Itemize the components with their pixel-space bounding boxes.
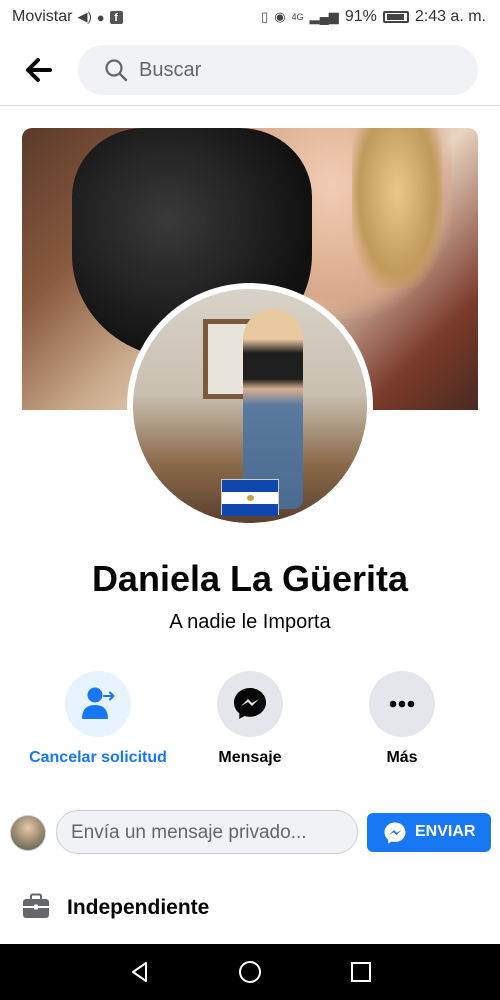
cover-photo-detail — [352, 128, 442, 288]
messenger-icon — [384, 822, 406, 844]
home-circle-icon[interactable] — [238, 960, 262, 984]
status-left: Movistar ◀) ● f — [12, 8, 123, 26]
avatar — [10, 815, 46, 851]
vibrate-icon: ▯ — [261, 9, 269, 24]
cancel-request-button[interactable]: Cancelar solicitud — [23, 671, 173, 767]
profile-name: Daniela La Güerita — [91, 558, 409, 599]
battery-percent: 91% — [344, 8, 377, 25]
profile-picture[interactable] — [127, 283, 373, 529]
private-message-placeholder: Envía un mensaje privado... — [71, 822, 307, 843]
send-button[interactable]: ENVIAR — [367, 813, 491, 852]
signal-icon: ▂▄▆ — [309, 9, 339, 24]
status-right: ▯ ◉ 4G ▂▄▆ 91% 2:43 a. m. — [261, 8, 486, 26]
eye-icon: ◉ — [274, 9, 286, 24]
briefcase-icon — [23, 893, 49, 918]
search-header: Buscar — [0, 34, 500, 106]
work-info: Independiente — [67, 896, 210, 919]
volume-icon: ◀) — [77, 9, 92, 24]
clock: 2:43 a. m. — [414, 8, 486, 25]
send-label: ENVIAR — [415, 823, 476, 840]
back-arrow-icon — [26, 58, 52, 82]
navigation-bar — [0, 944, 500, 1000]
more-circle — [369, 671, 435, 737]
message-label: Mensaje — [218, 749, 282, 766]
cancel-request-circle — [65, 671, 131, 737]
more-button[interactable]: Más — [327, 671, 477, 767]
search-placeholder: Buscar — [139, 59, 202, 81]
search-input[interactable]: Buscar — [78, 45, 478, 95]
back-triangle-icon[interactable] — [128, 960, 152, 984]
chat-bubble-icon: ● — [96, 9, 105, 25]
profile-picture-image — [133, 289, 367, 523]
status-bar: Movistar ◀) ● f ▯ ◉ 4G ▂▄▆ 91% 2:43 a. m… — [0, 0, 500, 34]
message-circle — [217, 671, 283, 737]
private-message-input[interactable]: Envía un mensaje privado... — [56, 810, 358, 854]
recent-apps-icon[interactable] — [349, 960, 373, 984]
back-button[interactable] — [20, 54, 56, 86]
message-button[interactable]: Mensaje — [175, 671, 325, 767]
messenger-icon — [234, 688, 266, 719]
more-label: Más — [386, 749, 418, 766]
carrier-name: Movistar — [12, 8, 73, 25]
battery-icon — [382, 11, 409, 23]
el-salvador-flag-icon — [221, 479, 279, 516]
cancel-request-label: Cancelar solicitud — [29, 749, 167, 766]
network-type: 4G — [291, 12, 304, 22]
more-dots-icon — [389, 700, 415, 708]
search-icon — [105, 59, 128, 82]
profile-bio: A nadie le Importa — [169, 611, 331, 633]
person-cancel-icon — [82, 687, 115, 719]
facebook-icon: f — [109, 10, 123, 24]
